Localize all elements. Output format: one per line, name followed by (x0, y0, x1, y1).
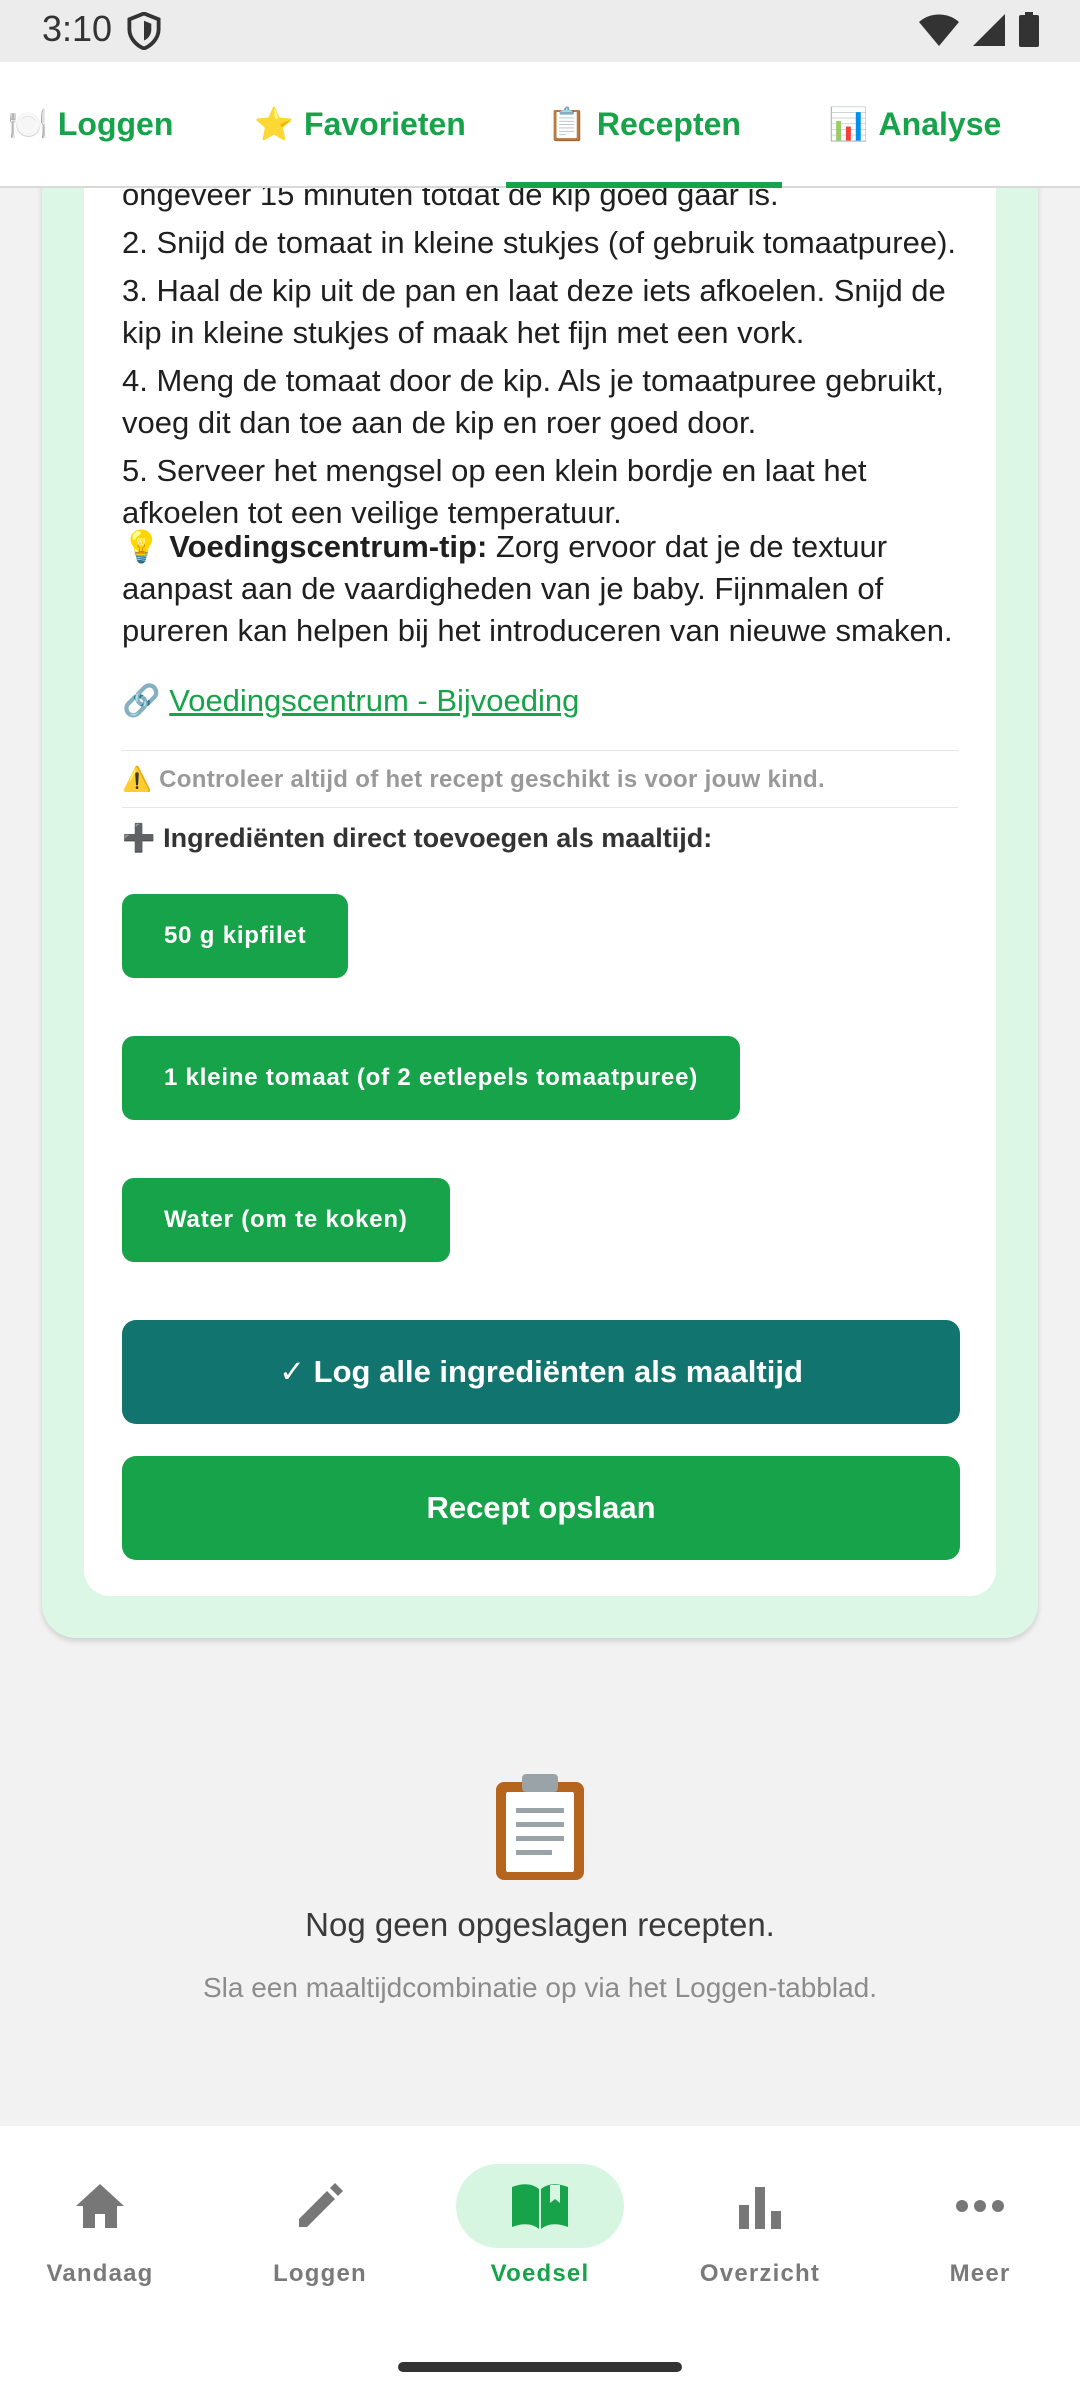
nav-pill (896, 2164, 1064, 2248)
tab-label: Favorieten (304, 105, 466, 142)
tab-label: Loggen (57, 105, 174, 142)
recipe-steps: ongeveer 15 minuten totdat de kip goed g… (122, 188, 962, 540)
more-icon (956, 2200, 1004, 2212)
pencil-icon (299, 2183, 343, 2227)
clipboard-icon: 📋 (547, 106, 587, 142)
nav-label: Vandaag (46, 2260, 154, 2287)
nav-pill (236, 2164, 404, 2248)
bijvoeding-link-row: 🔗 Voedingscentrum - Bijvoeding (122, 682, 579, 719)
tab-loggen[interactable]: 🍽️ Loggen (0, 62, 200, 186)
status-bar: 3:10 (0, 0, 1080, 62)
tip-label: Voedingscentrum-tip: (169, 529, 488, 564)
shield-icon (127, 12, 161, 50)
ingredients-heading: ➕ Ingrediënten direct toevoegen als maal… (122, 823, 713, 853)
nav-pill (16, 2164, 184, 2248)
nav-meer[interactable]: Meer (880, 2164, 1080, 2304)
empty-state-subtitle: Sla een maaltijdcombinatie op via het Lo… (202, 1972, 877, 2003)
voedingscentrum-tip: 💡 Voedingscentrum-tip: Zorg ervoor dat j… (122, 526, 972, 652)
bottom-navigation: Vandaag Loggen Voedsel Overzicht Meer (0, 2126, 1080, 2400)
nav-vandaag[interactable]: Vandaag (0, 2164, 200, 2304)
link-icon: 🔗 (122, 683, 161, 718)
nav-voedsel[interactable]: Voedsel (440, 2164, 640, 2304)
battery-icon (1019, 12, 1039, 47)
recipe-card: ongeveer 15 minuten totdat de kip goed g… (42, 188, 1038, 1638)
book-icon (512, 2184, 568, 2229)
recipe-step: 4. Meng de tomaat door de kip. Als je to… (122, 363, 944, 440)
tab-recepten[interactable]: 📋 Recepten (506, 62, 782, 188)
ingredient-chip[interactable]: 1 kleine tomaat (of 2 eetlepels tomaatpu… (122, 1036, 741, 1120)
nav-pill (676, 2164, 844, 2248)
recipe-step: ongeveer 15 minuten totdat de kip goed g… (122, 188, 779, 212)
ingredient-chip[interactable]: Water (om te koken) (122, 1178, 450, 1262)
chart-icon: 📊 (828, 106, 869, 142)
ingredient-chip[interactable]: 50 g kipfilet (122, 894, 349, 978)
wifi-icon (919, 14, 959, 46)
tab-favorieten[interactable]: ⭐ Favorieten (240, 62, 480, 186)
nav-label: Overzicht (699, 2260, 821, 2287)
recipe-detail: ongeveer 15 minuten totdat de kip goed g… (84, 188, 996, 1596)
plate-icon: 🍽️ (8, 106, 48, 142)
nav-loggen[interactable]: Loggen (220, 2164, 420, 2304)
tab-analyse[interactable]: 📊 Analyse (810, 62, 1020, 186)
nav-label: Meer (949, 2260, 1011, 2287)
clipboard-icon (496, 1774, 584, 1880)
log-all-ingredients-button[interactable]: ✓ Log alle ingrediënten als maaltijd (122, 1320, 960, 1424)
top-tabbar: 🍽️ Loggen ⭐ Favorieten 📋 Recepten 📊 Anal… (0, 62, 1080, 188)
tab-label: Recepten (596, 105, 741, 142)
nav-label: Voedsel (490, 2260, 590, 2287)
nav-label: Loggen (273, 2260, 367, 2287)
save-recipe-button[interactable]: Recept opslaan (122, 1456, 960, 1560)
recipe-step: 5. Serveer het mengsel op een klein bord… (122, 453, 867, 530)
status-time: 3:10 (42, 8, 113, 49)
nav-overzicht[interactable]: Overzicht (660, 2164, 860, 2304)
star-icon: ⭐ (254, 106, 294, 142)
recipe-step: 3. Haal de kip uit de pan en laat deze i… (122, 273, 946, 350)
recipe-scroll-area[interactable]: ongeveer 15 minuten totdat de kip goed g… (0, 188, 1080, 2126)
signal-icon (973, 14, 1005, 46)
bar-chart-icon (739, 2187, 781, 2229)
home-indicator[interactable] (398, 2362, 682, 2372)
recipe-step: 2. Snijd de tomaat in kleine stukjes (of… (122, 225, 957, 260)
safety-warning: ⚠️ Controleer altijd of het recept gesch… (122, 750, 958, 808)
home-icon (76, 2184, 124, 2228)
tab-label: Analyse (878, 105, 1002, 142)
empty-state-title: Nog geen opgeslagen recepten. (305, 1906, 775, 1943)
bijvoeding-link[interactable]: Voedingscentrum - Bijvoeding (169, 683, 579, 718)
lightbulb-icon: 💡 (122, 529, 161, 564)
nav-pill-active (456, 2164, 624, 2248)
